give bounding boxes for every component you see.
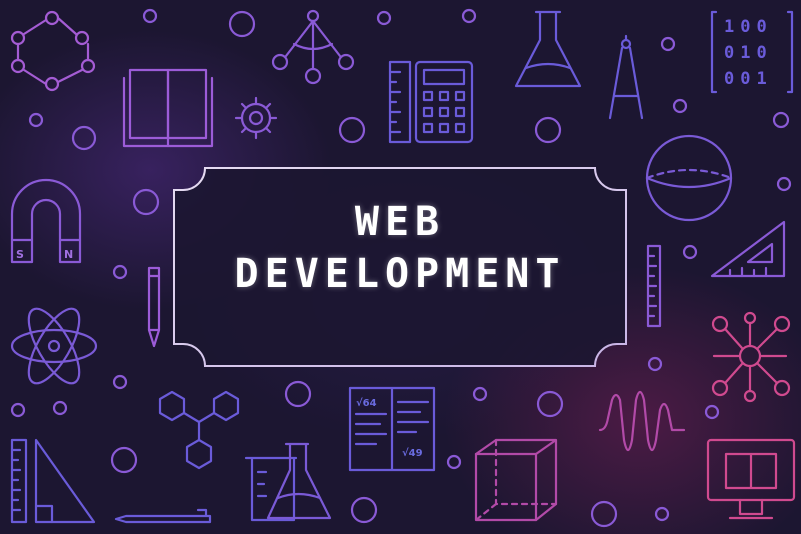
magnet-north-label: N bbox=[64, 248, 73, 261]
flask-icon bbox=[514, 10, 582, 88]
banner-canvas: S N 100 010 001 √64 √49 WEB DEVELOPMENT bbox=[0, 0, 801, 534]
binary-row-3: 001 bbox=[724, 69, 773, 89]
erlenmeyer-flask-icon bbox=[266, 442, 332, 520]
pencil-icon bbox=[147, 266, 161, 348]
hexagon-molecule-icon bbox=[158, 390, 240, 470]
math-text-a: √64 bbox=[356, 397, 377, 409]
gear-icon bbox=[234, 96, 278, 140]
math-text-b: √49 bbox=[402, 447, 423, 459]
molecule-icon bbox=[711, 311, 791, 403]
circle-network-icon bbox=[10, 10, 96, 92]
binary-row-1: 100 bbox=[724, 17, 773, 37]
binary-row-2: 010 bbox=[724, 43, 773, 63]
cube-icon bbox=[474, 438, 558, 522]
notebook-math-text: √64 √49 bbox=[356, 397, 423, 459]
calculator-icon bbox=[414, 60, 474, 144]
globe-icon bbox=[645, 134, 733, 222]
sound-wave-icon bbox=[598, 390, 686, 452]
pendulum-icon bbox=[271, 9, 355, 85]
banner-title: WEB DEVELOPMENT bbox=[182, 196, 618, 300]
compass-icon bbox=[608, 34, 644, 120]
pen-icon bbox=[114, 508, 212, 524]
atom-icon bbox=[10, 307, 98, 385]
magnet-labels: S N bbox=[16, 248, 73, 261]
book-icon bbox=[122, 68, 214, 148]
binary-rows: 100 010 001 bbox=[724, 17, 773, 89]
monitor-book-icon bbox=[706, 438, 796, 520]
title-line-1: WEB bbox=[354, 199, 446, 245]
triangle-ruler-icon bbox=[10, 438, 96, 524]
title-line-2: DEVELOPMENT bbox=[234, 251, 566, 297]
ruler-icon bbox=[388, 60, 412, 144]
set-square-icon bbox=[710, 220, 786, 278]
magnet-south-label: S bbox=[16, 248, 24, 261]
ruler-icon-right bbox=[646, 244, 662, 328]
